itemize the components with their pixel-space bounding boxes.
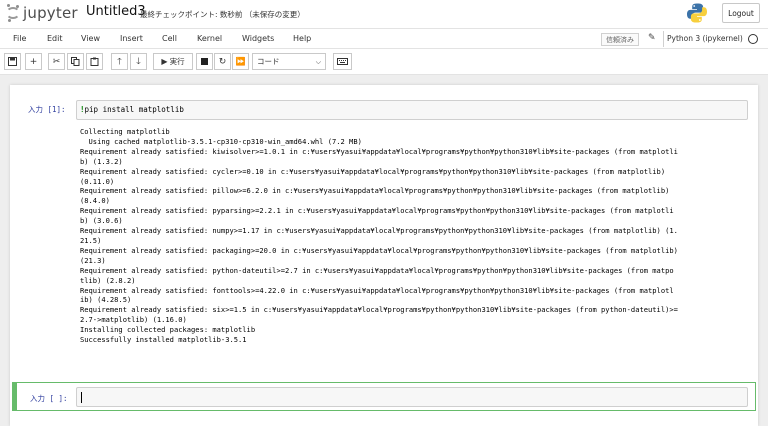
output-line: Requirement already satisfied: kiwisolve… bbox=[80, 146, 678, 156]
checkpoint-status: 最終チェックポイント: 数秒前 （未保存の変更） bbox=[140, 10, 305, 19]
output-line: Installing collected packages: matplotli… bbox=[80, 325, 256, 335]
text-cursor bbox=[81, 392, 82, 403]
jupyter-logo[interactable]: jupyter bbox=[6, 3, 78, 23]
output-line: tlib) (2.8.2) bbox=[80, 275, 136, 285]
output-line: Collecting matplotlib bbox=[80, 127, 170, 136]
trusted-badge[interactable]: 信頼済み bbox=[601, 33, 639, 46]
output-line: b) (3.0.6) bbox=[80, 216, 123, 226]
move-down-button[interactable]: 🡓 bbox=[130, 53, 147, 70]
cut-icon: ✂ bbox=[52, 56, 61, 67]
fast-forward-icon: ⏩ bbox=[235, 57, 246, 66]
stop-icon bbox=[201, 58, 208, 65]
menu-kernel[interactable]: Kernel bbox=[197, 34, 222, 43]
menu-view[interactable]: View bbox=[81, 34, 100, 43]
menu-cell[interactable]: Cell bbox=[162, 34, 177, 43]
output-line: (8.4.0) bbox=[80, 196, 110, 206]
logout-button[interactable]: Logout bbox=[722, 3, 760, 23]
menu-insert[interactable]: Insert bbox=[120, 34, 143, 43]
restart-icon: ↻ bbox=[218, 56, 227, 67]
edit-pencil-icon[interactable]: ✎ bbox=[648, 33, 658, 45]
output-line: (0.11.0) bbox=[80, 176, 115, 186]
menubar: File Edit View Insert Cell Kernel Widget… bbox=[0, 28, 768, 49]
cut-button[interactable]: ✂ bbox=[48, 53, 65, 70]
save-icon bbox=[8, 57, 17, 66]
output-line: Requirement already satisfied: pyparsing… bbox=[80, 206, 674, 216]
save-button[interactable] bbox=[4, 53, 21, 70]
move-up-button[interactable]: 🡑 bbox=[111, 53, 128, 70]
kernel-indicator[interactable]: Python 3 (ipykernel) bbox=[667, 34, 743, 43]
output-line: Requirement already satisfied: python-da… bbox=[80, 265, 674, 275]
toolbar: + ✂ 🡑 🡓 ▶ 実行 ↻ ⏩ コード ⌵ bbox=[0, 49, 768, 75]
kernel-divider bbox=[663, 31, 664, 47]
kernel-status-icon bbox=[748, 34, 758, 44]
keyboard-icon bbox=[337, 58, 348, 65]
notebook-title[interactable]: Untitled3 bbox=[86, 4, 146, 19]
output-line: Requirement already satisfied: fonttools… bbox=[80, 285, 674, 295]
menu-edit[interactable]: Edit bbox=[47, 34, 63, 43]
cell-output: Collecting matplotlib Using cached matpl… bbox=[80, 127, 750, 345]
output-line: Requirement already satisfied: cycler>=0… bbox=[80, 166, 666, 176]
logo-text: jupyter bbox=[23, 4, 78, 22]
header: jupyter Untitled3 最終チェックポイント: 数秒前 （未保存の変… bbox=[0, 0, 768, 28]
insert-cell-button[interactable]: + bbox=[25, 53, 42, 70]
jupyter-logo-icon bbox=[6, 4, 20, 22]
output-line: b) (1.3.2) bbox=[80, 156, 123, 166]
output-line: Requirement already satisfied: packaging… bbox=[80, 245, 678, 255]
arrow-down-icon: 🡓 bbox=[136, 56, 141, 67]
output-line: Successfully installed matplotlib-3.5.1 bbox=[80, 335, 247, 345]
output-line: 21.5) bbox=[80, 235, 102, 245]
arrow-up-icon: 🡑 bbox=[117, 56, 122, 67]
cell-prompt: 入力 [ ]: bbox=[30, 394, 68, 403]
command-palette-button[interactable] bbox=[333, 53, 352, 70]
output-line: Requirement already satisfied: numpy>=1.… bbox=[80, 226, 678, 236]
output-line: 2.7->matplotlib) (1.16.0) bbox=[80, 315, 187, 325]
copy-icon bbox=[71, 57, 80, 66]
code-input[interactable] bbox=[76, 387, 748, 407]
cell-type-select[interactable]: コード ⌵ bbox=[252, 53, 326, 70]
output-line: Requirement already satisfied: pillow>=6… bbox=[80, 186, 670, 196]
restart-button[interactable]: ↻ bbox=[214, 53, 231, 70]
run-icon: ▶ bbox=[161, 57, 168, 66]
cell-type-value: コード bbox=[257, 57, 280, 66]
paste-button[interactable] bbox=[86, 53, 103, 70]
output-line: Requirement already satisfied: six>=1.5 … bbox=[80, 305, 678, 315]
copy-button[interactable] bbox=[67, 53, 84, 70]
output-line: (21.3) bbox=[80, 255, 106, 265]
plus-icon: + bbox=[29, 56, 38, 67]
python-logo-icon bbox=[687, 3, 707, 23]
code-text: pip install matplotlib bbox=[84, 105, 184, 114]
restart-run-all-button[interactable]: ⏩ bbox=[232, 53, 249, 70]
chevron-down-icon: ⌵ bbox=[315, 58, 321, 66]
stop-button[interactable] bbox=[196, 53, 213, 70]
paste-icon bbox=[90, 57, 99, 66]
output-line: ib) (4.28.5) bbox=[80, 295, 132, 305]
code-input[interactable]: !pip install matplotlib bbox=[76, 100, 748, 120]
menu-file[interactable]: File bbox=[13, 34, 26, 43]
cell-prompt: 入力 [1]: bbox=[28, 105, 66, 114]
run-label: 実行 bbox=[169, 57, 185, 66]
menu-widgets[interactable]: Widgets bbox=[242, 34, 274, 43]
output-line: Using cached matplotlib-3.5.1-cp310-cp31… bbox=[80, 136, 362, 146]
menu-help[interactable]: Help bbox=[293, 34, 311, 43]
jupyter-notebook-app: jupyter Untitled3 最終チェックポイント: 数秒前 （未保存の変… bbox=[0, 0, 768, 426]
run-button[interactable]: ▶ 実行 bbox=[153, 53, 193, 70]
